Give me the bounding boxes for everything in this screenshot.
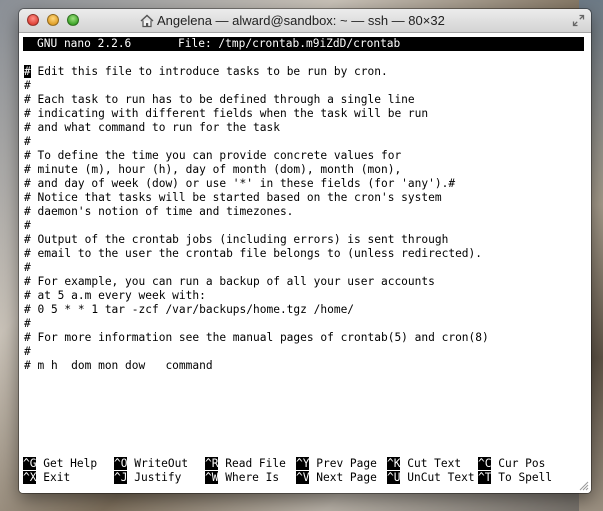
close-button[interactable] — [27, 14, 39, 26]
shortcut-key: ^W — [205, 471, 219, 484]
editor-line: # — [24, 345, 31, 358]
editor-line: # and day of week (dow) or use '*' in th… — [24, 177, 456, 190]
shortcut-uncut-text[interactable]: ^U UnCut Text — [387, 471, 475, 485]
editor-line: # email to the user the crontab file bel… — [24, 247, 483, 260]
shortcut-writeout[interactable]: ^O WriteOut — [114, 457, 188, 471]
shortcut-to-spell[interactable]: ^T To Spell — [478, 471, 552, 485]
minimize-button[interactable] — [47, 14, 59, 26]
shortcut-key: ^Y — [296, 457, 310, 470]
shortcut-row: ^X Exit ^J Justify ^W Where Is ^V Next Page… — [23, 471, 585, 485]
resize-grip-icon[interactable] — [579, 481, 589, 491]
shortcut-read-file[interactable]: ^R Read File — [205, 457, 286, 471]
nano-header-bar: GNU nano 2.2.6 File: /tmp/crontab.m9iZdD… — [23, 37, 584, 51]
shortcut-label: Cut Text — [407, 457, 462, 470]
text-cursor: # — [24, 65, 31, 78]
shortcut-justify[interactable]: ^J Justify — [114, 471, 181, 485]
shortcut-cut-text[interactable]: ^K Cut Text — [387, 457, 461, 471]
shortcut-next-page[interactable]: ^V Next Page — [296, 471, 377, 485]
shortcut-label: Next Page — [316, 471, 377, 484]
editor-text-area[interactable]: # Edit this file to introduce tasks to b… — [24, 65, 584, 373]
shortcut-row: ^G Get Help ^O WriteOut ^R Read File ^Y Pre… — [23, 457, 585, 471]
nano-file-label: File: /tmp/crontab.m9iZdD/crontab — [178, 37, 401, 50]
window-title: Angelena — alward@sandbox: ~ — ssh — 80×… — [157, 13, 445, 28]
shortcut-label: Where Is — [225, 471, 280, 484]
terminal-content[interactable]: GNU nano 2.2.6 File: /tmp/crontab.m9iZdD… — [19, 33, 591, 493]
shortcut-where-is[interactable]: ^W Where Is — [205, 471, 279, 485]
shortcut-label: Exit — [43, 471, 71, 484]
nano-shortcut-bar: ^G Get Help ^O WriteOut ^R Read File ^Y Pre… — [23, 457, 585, 485]
shortcut-key: ^J — [114, 471, 128, 484]
shortcut-label: Get Help — [43, 457, 98, 470]
shortcut-key: ^R — [205, 457, 219, 470]
shortcut-key: ^G — [23, 457, 37, 470]
editor-line: # and what command to run for the task — [24, 121, 280, 134]
editor-line: # — [24, 317, 31, 330]
home-folder-icon — [140, 14, 154, 28]
shortcut-key: ^T — [478, 471, 492, 484]
shortcut-key: ^K — [387, 457, 401, 470]
shortcut-cur-pos[interactable]: ^C Cur Pos — [478, 457, 545, 471]
editor-line-text: Edit this file to introduce tasks to be … — [30, 65, 388, 78]
editor-line: # — [24, 79, 31, 92]
shortcut-key: ^X — [23, 471, 37, 484]
editor-line: # Output of the crontab jobs (including … — [24, 233, 449, 246]
zoom-button[interactable] — [67, 14, 79, 26]
title-bar[interactable]: Angelena — alward@sandbox: ~ — ssh — 80×… — [19, 9, 591, 33]
shortcut-label: Prev Page — [316, 457, 377, 470]
editor-line: # minute (m), hour (h), day of month (do… — [24, 163, 402, 176]
editor-line: # Edit this file to introduce tasks to b… — [24, 65, 584, 79]
shortcut-key: ^O — [114, 457, 128, 470]
shortcut-key: ^V — [296, 471, 310, 484]
shortcut-key: ^C — [478, 457, 492, 470]
editor-line: # To define the time you can provide con… — [24, 149, 402, 162]
editor-line: # For more information see the manual pa… — [24, 331, 489, 344]
editor-line: # m h dom mon dow command — [24, 359, 213, 372]
shortcut-label: Read File — [225, 457, 286, 470]
shortcut-label: Cur Pos — [498, 457, 546, 470]
shortcut-label: UnCut Text — [407, 471, 475, 484]
editor-line: # daemon's notion of time and timezones. — [24, 205, 294, 218]
shortcut-get-help[interactable]: ^G Get Help — [23, 457, 97, 471]
editor-line: # — [24, 219, 31, 232]
editor-line: # at 5 a.m every week with: — [24, 289, 206, 302]
shortcut-label: To Spell — [498, 471, 553, 484]
shortcut-key: ^U — [387, 471, 401, 484]
editor-line: # For example, you can run a backup of a… — [24, 275, 435, 288]
editor-line: # 0 5 * * 1 tar -zcf /var/backups/home.t… — [24, 303, 355, 316]
terminal-window: Angelena — alward@sandbox: ~ — ssh — 80×… — [19, 9, 591, 493]
editor-line: # indicating with different fields when … — [24, 107, 429, 120]
editor-line: # — [24, 261, 31, 274]
nano-version: GNU nano 2.2.6 — [37, 37, 132, 50]
editor-line: # Each task to run has to be defined thr… — [24, 93, 415, 106]
editor-line: # Notice that tasks will be started base… — [24, 191, 442, 204]
shortcut-prev-page[interactable]: ^Y Prev Page — [296, 457, 377, 471]
fullscreen-icon[interactable] — [572, 14, 585, 27]
shortcut-label: Justify — [134, 471, 182, 484]
shortcut-label: WriteOut — [134, 457, 189, 470]
shortcut-exit[interactable]: ^X Exit — [23, 471, 70, 485]
editor-line: # — [24, 135, 31, 148]
